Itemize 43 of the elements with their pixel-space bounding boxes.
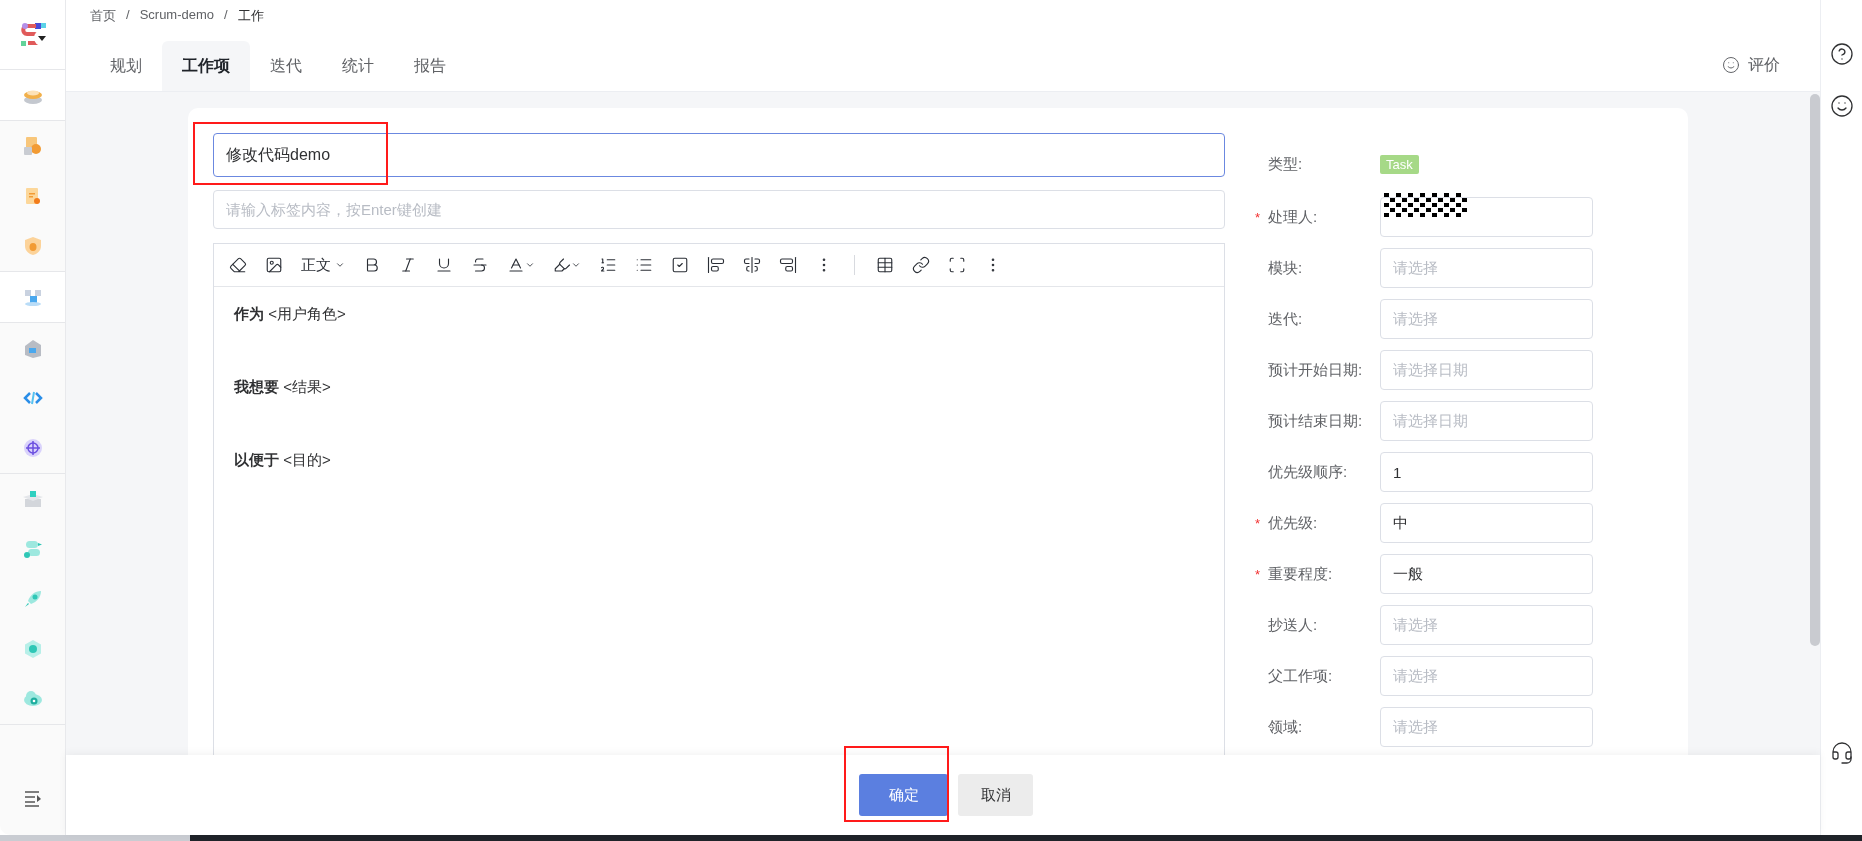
select-field[interactable]: 一般 xyxy=(1380,554,1593,594)
field-label: 抄送人: xyxy=(1268,615,1319,635)
feedback-button[interactable]: 评价 xyxy=(1722,54,1780,76)
required-asterisk: * xyxy=(1255,209,1262,225)
breadcrumb-link[interactable]: 首页 xyxy=(90,7,116,41)
required-asterisk: * xyxy=(1255,515,1262,531)
headset-icon[interactable] xyxy=(1829,741,1854,765)
paragraph-style-select[interactable]: 正文 xyxy=(298,252,348,278)
field-label: 领域: xyxy=(1268,717,1304,737)
select-field[interactable]: 1 xyxy=(1380,452,1593,492)
field-label: 模块: xyxy=(1268,258,1304,278)
editor-text: 我想要 <结果> xyxy=(234,377,332,397)
field-label: 迭代: xyxy=(1268,309,1304,329)
required-asterisk: * xyxy=(1255,566,1262,582)
title-field[interactable]: 修改代码demo xyxy=(213,133,1225,177)
tab[interactable]: 工作项 xyxy=(162,41,250,91)
breadcrumb-separator: / xyxy=(126,7,130,24)
editor-text: 作为 <用户角色> xyxy=(234,304,347,324)
cancel-button[interactable]: 取消 xyxy=(958,774,1033,816)
editor-text: 以便于 <目的> xyxy=(234,450,332,470)
field-label: 预计结束日期: xyxy=(1268,411,1364,431)
tab[interactable]: 迭代 xyxy=(250,41,322,91)
tab[interactable]: 规划 xyxy=(90,41,162,91)
field-label: 重要程度: xyxy=(1268,564,1334,584)
breadcrumb-separator: / xyxy=(224,7,228,24)
field-label: 优先级顺序: xyxy=(1268,462,1349,482)
type-tag: Task xyxy=(1380,154,1419,174)
tab[interactable]: 报告 xyxy=(394,41,466,91)
field-label: 处理人: xyxy=(1268,207,1319,227)
smile-icon xyxy=(1722,56,1740,74)
field-label: 类型: xyxy=(1268,154,1304,174)
select-field[interactable]: 中 xyxy=(1380,503,1593,543)
scrollbar[interactable] xyxy=(1810,94,1820,646)
caret-icon xyxy=(335,260,345,270)
tag-field[interactable]: 请输入标签内容，按Enter键创建 xyxy=(213,190,1225,229)
tab[interactable]: 统计 xyxy=(322,41,394,91)
confirm-button[interactable]: 确定 xyxy=(859,774,948,816)
breadcrumb-link[interactable]: Scrum-demo xyxy=(139,7,215,41)
field-label: 预计开始日期: xyxy=(1268,360,1364,380)
field-label: 父工作项: xyxy=(1268,666,1334,686)
smile-icon[interactable] xyxy=(1829,94,1854,118)
help-icon[interactable] xyxy=(1829,42,1854,66)
field-label: 优先级: xyxy=(1268,513,1319,533)
